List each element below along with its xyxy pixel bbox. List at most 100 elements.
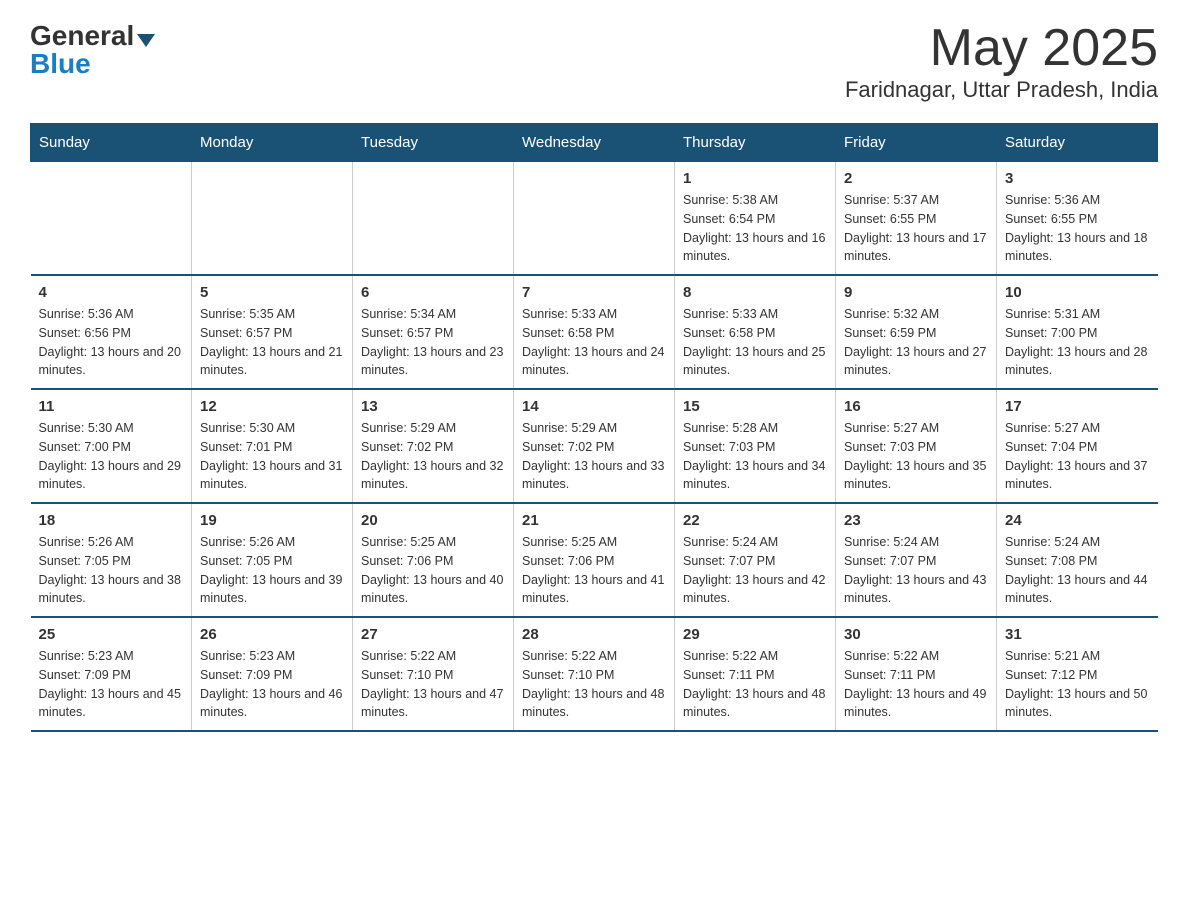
calendar-cell: 27 Sunrise: 5:22 AMSunset: 7:10 PMDayligh… (353, 617, 514, 731)
day-info: Sunrise: 5:36 AMSunset: 6:56 PMDaylight:… (39, 305, 184, 380)
day-number: 9 (844, 284, 988, 301)
day-info: Sunrise: 5:37 AMSunset: 6:55 PMDaylight:… (844, 191, 988, 266)
calendar-cell: 5 Sunrise: 5:35 AMSunset: 6:57 PMDaylight… (192, 275, 353, 389)
calendar-cell: 24 Sunrise: 5:24 AMSunset: 7:08 PMDayligh… (997, 503, 1158, 617)
day-info: Sunrise: 5:29 AMSunset: 7:02 PMDaylight:… (361, 419, 505, 494)
day-number: 26 (200, 626, 344, 643)
day-info: Sunrise: 5:31 AMSunset: 7:00 PMDaylight:… (1005, 305, 1150, 380)
header-saturday: Saturday (997, 124, 1158, 162)
day-info: Sunrise: 5:27 AMSunset: 7:03 PMDaylight:… (844, 419, 988, 494)
day-info: Sunrise: 5:28 AMSunset: 7:03 PMDaylight:… (683, 419, 827, 494)
calendar-cell (514, 162, 675, 276)
day-info: Sunrise: 5:38 AMSunset: 6:54 PMDaylight:… (683, 191, 827, 266)
calendar-cell: 15 Sunrise: 5:28 AMSunset: 7:03 PMDayligh… (675, 389, 836, 503)
day-number: 6 (361, 284, 505, 301)
day-info: Sunrise: 5:26 AMSunset: 7:05 PMDaylight:… (200, 533, 344, 608)
calendar-week-5: 25 Sunrise: 5:23 AMSunset: 7:09 PMDayligh… (31, 617, 1158, 731)
calendar-cell: 18 Sunrise: 5:26 AMSunset: 7:05 PMDayligh… (31, 503, 192, 617)
day-info: Sunrise: 5:25 AMSunset: 7:06 PMDaylight:… (361, 533, 505, 608)
day-info: Sunrise: 5:22 AMSunset: 7:10 PMDaylight:… (522, 647, 666, 722)
day-info: Sunrise: 5:33 AMSunset: 6:58 PMDaylight:… (522, 305, 666, 380)
day-number: 23 (844, 512, 988, 529)
day-info: Sunrise: 5:30 AMSunset: 7:00 PMDaylight:… (39, 419, 184, 494)
day-number: 1 (683, 170, 827, 187)
day-info: Sunrise: 5:21 AMSunset: 7:12 PMDaylight:… (1005, 647, 1150, 722)
day-number: 12 (200, 398, 344, 415)
day-number: 14 (522, 398, 666, 415)
calendar-cell: 17Sunrise: 5:27 AMSunset: 7:04 PMDayligh… (997, 389, 1158, 503)
title-section: May 2025 Faridnagar, Uttar Pradesh, Indi… (845, 20, 1158, 103)
day-info: Sunrise: 5:24 AMSunset: 7:07 PMDaylight:… (844, 533, 988, 608)
header-monday: Monday (192, 124, 353, 162)
day-info: Sunrise: 5:26 AMSunset: 7:05 PMDaylight:… (39, 533, 184, 608)
calendar-cell: 23 Sunrise: 5:24 AMSunset: 7:07 PMDayligh… (836, 503, 997, 617)
calendar-cell: 19 Sunrise: 5:26 AMSunset: 7:05 PMDayligh… (192, 503, 353, 617)
day-number: 15 (683, 398, 827, 415)
day-number: 11 (39, 398, 184, 415)
header-thursday: Thursday (675, 124, 836, 162)
day-number: 21 (522, 512, 666, 529)
calendar-cell: 21 Sunrise: 5:25 AMSunset: 7:06 PMDayligh… (514, 503, 675, 617)
day-info: Sunrise: 5:30 AMSunset: 7:01 PMDaylight:… (200, 419, 344, 494)
month-title: May 2025 (845, 20, 1158, 77)
calendar-table: SundayMondayTuesdayWednesdayThursdayFrid… (30, 123, 1158, 732)
day-info: Sunrise: 5:32 AMSunset: 6:59 PMDaylight:… (844, 305, 988, 380)
calendar-cell: 1 Sunrise: 5:38 AMSunset: 6:54 PMDaylight… (675, 162, 836, 276)
calendar-cell: 12 Sunrise: 5:30 AMSunset: 7:01 PMDayligh… (192, 389, 353, 503)
day-info: Sunrise: 5:25 AMSunset: 7:06 PMDaylight:… (522, 533, 666, 608)
location-title: Faridnagar, Uttar Pradesh, India (845, 77, 1158, 103)
day-info: Sunrise: 5:24 AMSunset: 7:08 PMDaylight:… (1005, 533, 1150, 608)
day-number: 24 (1005, 512, 1150, 529)
day-number: 10 (1005, 284, 1150, 301)
calendar-cell (31, 162, 192, 276)
calendar-cell: 31 Sunrise: 5:21 AMSunset: 7:12 PMDayligh… (997, 617, 1158, 731)
day-number: 2 (844, 170, 988, 187)
calendar-cell: 4 Sunrise: 5:36 AMSunset: 6:56 PMDaylight… (31, 275, 192, 389)
day-info: Sunrise: 5:23 AMSunset: 7:09 PMDaylight:… (200, 647, 344, 722)
day-info: Sunrise: 5:23 AMSunset: 7:09 PMDaylight:… (39, 647, 184, 722)
day-number: 19 (200, 512, 344, 529)
header-sunday: Sunday (31, 124, 192, 162)
day-number: 30 (844, 626, 988, 643)
calendar-cell (192, 162, 353, 276)
header-tuesday: Tuesday (353, 124, 514, 162)
calendar-cell: 9 Sunrise: 5:32 AMSunset: 6:59 PMDaylight… (836, 275, 997, 389)
calendar-cell: 2 Sunrise: 5:37 AMSunset: 6:55 PMDaylight… (836, 162, 997, 276)
day-number: 18 (39, 512, 184, 529)
calendar-cell: 13 Sunrise: 5:29 AMSunset: 7:02 PMDayligh… (353, 389, 514, 503)
day-number: 7 (522, 284, 666, 301)
day-number: 13 (361, 398, 505, 415)
day-info: Sunrise: 5:34 AMSunset: 6:57 PMDaylight:… (361, 305, 505, 380)
day-number: 8 (683, 284, 827, 301)
calendar-week-2: 4 Sunrise: 5:36 AMSunset: 6:56 PMDaylight… (31, 275, 1158, 389)
day-info: Sunrise: 5:22 AMSunset: 7:10 PMDaylight:… (361, 647, 505, 722)
day-info: Sunrise: 5:22 AMSunset: 7:11 PMDaylight:… (683, 647, 827, 722)
day-number: 22 (683, 512, 827, 529)
day-number: 5 (200, 284, 344, 301)
logo-arrow-icon (137, 34, 155, 47)
calendar-cell: 10 Sunrise: 5:31 AMSunset: 7:00 PMDayligh… (997, 275, 1158, 389)
calendar-week-4: 18 Sunrise: 5:26 AMSunset: 7:05 PMDayligh… (31, 503, 1158, 617)
page-header: General Blue May 2025 Faridnagar, Uttar … (30, 20, 1158, 103)
day-number: 28 (522, 626, 666, 643)
day-number: 4 (39, 284, 184, 301)
day-number: 31 (1005, 626, 1150, 643)
calendar-cell: 22Sunrise: 5:24 AMSunset: 7:07 PMDayligh… (675, 503, 836, 617)
calendar-cell: 26 Sunrise: 5:23 AMSunset: 7:09 PMDayligh… (192, 617, 353, 731)
day-number: 20 (361, 512, 505, 529)
day-number: 25 (39, 626, 184, 643)
header-wednesday: Wednesday (514, 124, 675, 162)
day-number: 27 (361, 626, 505, 643)
calendar-cell: 7 Sunrise: 5:33 AMSunset: 6:58 PMDaylight… (514, 275, 675, 389)
calendar-cell: 11 Sunrise: 5:30 AMSunset: 7:00 PMDayligh… (31, 389, 192, 503)
day-info: Sunrise: 5:22 AMSunset: 7:11 PMDaylight:… (844, 647, 988, 722)
day-info: Sunrise: 5:27 AMSunset: 7:04 PMDaylight:… (1005, 419, 1150, 494)
day-number: 3 (1005, 170, 1150, 187)
logo: General Blue (30, 20, 155, 80)
day-info: Sunrise: 5:35 AMSunset: 6:57 PMDaylight:… (200, 305, 344, 380)
header-friday: Friday (836, 124, 997, 162)
calendar-cell: 3 Sunrise: 5:36 AMSunset: 6:55 PMDaylight… (997, 162, 1158, 276)
calendar-week-3: 11 Sunrise: 5:30 AMSunset: 7:00 PMDayligh… (31, 389, 1158, 503)
day-info: Sunrise: 5:36 AMSunset: 6:55 PMDaylight:… (1005, 191, 1150, 266)
calendar-cell: 29Sunrise: 5:22 AMSunset: 7:11 PMDayligh… (675, 617, 836, 731)
